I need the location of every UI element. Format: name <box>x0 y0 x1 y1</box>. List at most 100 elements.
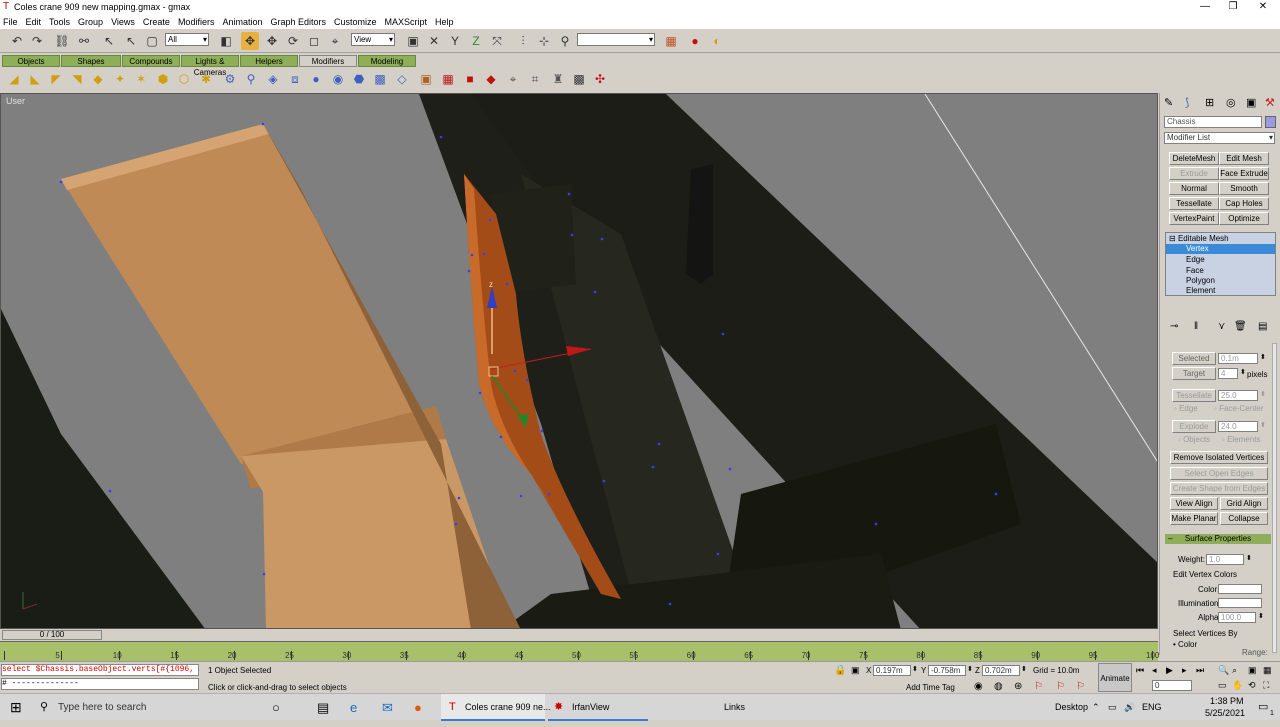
weld-selected-button[interactable]: Selected <box>1172 352 1216 365</box>
grid-align-button[interactable]: Grid Align <box>1220 497 1268 510</box>
restrict-z-icon[interactable]: Z <box>467 32 485 50</box>
vertexpaint-button[interactable]: VertexPaint <box>1169 212 1219 225</box>
scale-icon[interactable]: ◻ <box>305 32 323 50</box>
redo-icon[interactable]: ↷ <box>28 32 46 50</box>
menu-views[interactable]: Views <box>111 17 135 27</box>
lock-selection-icon[interactable]: 🔒 <box>834 665 846 676</box>
selection-filter-dropdown[interactable]: All▾ <box>165 33 209 46</box>
tab-shapes[interactable]: Shapes <box>61 55 121 67</box>
undo-icon[interactable]: ↶ <box>8 32 26 50</box>
task-irfanview[interactable]: ✸ IrfanView <box>548 694 648 721</box>
edge-browser-icon[interactable]: e <box>350 694 357 721</box>
previous-frame-icon[interactable]: ◂ <box>1152 665 1157 676</box>
object-name-field[interactable]: Chassis <box>1164 116 1262 128</box>
weld-target-button[interactable]: Target <box>1172 367 1216 380</box>
lattice-modifier-icon[interactable]: ● <box>308 71 324 87</box>
restrict-y-icon[interactable]: Y <box>446 32 464 50</box>
panel-scrollbar[interactable] <box>1272 343 1277 653</box>
noise-modifier-icon[interactable]: ◥ <box>69 71 85 87</box>
stack-item-element[interactable]: Element <box>1186 286 1215 295</box>
time-slider-track[interactable]: 0 / 100 <box>0 629 1158 641</box>
tab-objects[interactable]: Objects <box>2 55 60 67</box>
explode-angle-spinner[interactable]: ⬍ <box>1260 421 1266 429</box>
desktop-toolbar[interactable]: Desktop <box>1055 694 1088 721</box>
edge-radio[interactable]: ◦ Edge <box>1174 404 1198 413</box>
mirror-sel-icon[interactable]: ⚐ <box>1076 681 1085 692</box>
restrict-plane-icon[interactable]: ⤧ <box>488 32 506 50</box>
uvw-xform-icon[interactable]: ▦ <box>440 71 456 87</box>
zoom-extents-all-icon[interactable]: ▦ <box>1263 665 1272 676</box>
utilities-tab-icon[interactable]: ⚒ <box>1265 96 1275 109</box>
menu-file[interactable]: File <box>3 17 18 27</box>
xform-modifier-icon[interactable]: ▩ <box>372 71 388 87</box>
menu-create[interactable]: Create <box>143 17 170 27</box>
select-object-icon[interactable]: ↖ <box>100 32 118 50</box>
go-to-end-icon[interactable]: ⏭ <box>1196 665 1204 676</box>
objects-radio[interactable]: ◦ Objects <box>1178 435 1210 444</box>
taper-modifier-icon[interactable]: ◣ <box>27 71 43 87</box>
menu-animation[interactable]: Animation <box>222 17 262 27</box>
unlink-icon[interactable]: ⚯ <box>75 32 93 50</box>
material-editor-icon[interactable]: ● <box>686 32 704 50</box>
slice-modifier-icon[interactable]: ⚲ <box>243 71 259 87</box>
tab-lights-cameras[interactable]: Lights & Cameras <box>181 55 239 67</box>
menu-modifiers[interactable]: Modifiers <box>178 17 215 27</box>
menu-tools[interactable]: Tools <box>49 17 70 27</box>
y-coord-field[interactable]: -0.758m <box>928 665 966 676</box>
weld-threshold-field[interactable]: 0.1m <box>1218 353 1258 364</box>
ripple-modifier-icon[interactable]: ⬡ <box>176 71 192 87</box>
menu-edit[interactable]: Edit <box>26 17 42 27</box>
firefox-icon[interactable]: ● <box>414 694 422 721</box>
show-end-result-icon[interactable]: ‖ <box>1194 321 1198 332</box>
language-indicator[interactable]: ENG <box>1142 694 1162 721</box>
percent-snap-icon[interactable]: ⊛ <box>1014 681 1022 692</box>
make-planar-button[interactable]: Make Planar <box>1170 512 1218 525</box>
stretch-modifier-icon[interactable]: ◆ <box>90 71 106 87</box>
select-by-name-icon[interactable]: ↖ <box>122 32 140 50</box>
extrude-button[interactable]: Extrude <box>1169 167 1219 180</box>
weight-field[interactable]: 1.0 <box>1206 554 1244 565</box>
links-toolbar[interactable]: Links <box>724 694 745 721</box>
reference-coordinate-dropdown[interactable]: View▾ <box>351 33 395 46</box>
push-modifier-icon[interactable]: ✶ <box>133 71 149 87</box>
pivot-icon[interactable]: ⌖ <box>326 32 344 50</box>
make-unique-icon[interactable]: ⋎ <box>1218 321 1225 332</box>
tab-helpers[interactable]: Helpers <box>240 55 298 67</box>
tab-modifiers[interactable]: Modifiers <box>299 55 357 67</box>
mirror-icon[interactable]: ⫶ <box>514 32 532 50</box>
z-coord-spinner[interactable]: ⬍ <box>1021 665 1027 673</box>
affect-region-icon[interactable]: ⧈ <box>287 71 303 87</box>
elements-radio[interactable]: ◦ Elements <box>1222 435 1260 444</box>
clock-date[interactable]: 5/25/2021 <box>1205 700 1245 727</box>
volume-select-icon[interactable]: ⌖ <box>505 71 521 87</box>
modify-tab-icon[interactable]: ⟆ <box>1185 96 1189 109</box>
time-slider[interactable]: 0 / 100 <box>2 630 102 640</box>
smooth-modifier-icon[interactable]: ♜ <box>550 71 566 87</box>
squeeze-modifier-icon[interactable]: ✦ <box>112 71 128 87</box>
viewport-user[interactable]: User z <box>0 93 1158 629</box>
explode-button[interactable]: Explode <box>1172 420 1216 433</box>
absolute-mode-icon[interactable]: ▣ <box>851 665 860 676</box>
zoom-icon[interactable]: 🔍 <box>1218 665 1229 676</box>
motion-tab-icon[interactable]: ◎ <box>1226 96 1236 109</box>
vertex-paint-icon[interactable]: ✣ <box>592 71 608 87</box>
use-pivot-icon[interactable]: ▣ <box>404 32 422 50</box>
stack-item-vertex[interactable]: Vertex <box>1166 244 1275 254</box>
arc-rotate-icon[interactable]: ⟲ <box>1248 680 1256 691</box>
z-coord-field[interactable]: 0.702m <box>982 665 1020 676</box>
link-icon[interactable]: ⛓ <box>53 32 71 50</box>
explode-angle-field[interactable]: 24.0 <box>1218 421 1258 432</box>
zoom-all-icon[interactable]: ⌕ <box>1232 665 1237 676</box>
illumination-swatch[interactable] <box>1218 598 1262 608</box>
go-to-start-icon[interactable]: ⏮ <box>1136 665 1144 676</box>
x-coord-field[interactable]: 0.197m <box>873 665 911 676</box>
taskbar-search-input[interactable]: Type here to search <box>58 694 146 721</box>
face-center-radio[interactable]: ◦ Face-Center <box>1214 404 1264 413</box>
displace-modifier-icon[interactable]: ⬣ <box>351 71 367 87</box>
rotate-icon[interactable]: ⟳ <box>284 32 302 50</box>
skew-modifier-icon[interactable]: ⚙ <box>222 71 238 87</box>
spinner-snap-icon[interactable]: ⚐ <box>1034 681 1043 692</box>
remove-isolated-vertices-button[interactable]: Remove Isolated Vertices <box>1170 451 1268 464</box>
preserve-modifier-icon[interactable]: ◇ <box>394 71 410 87</box>
deletemesh-button[interactable]: DeleteMesh <box>1169 152 1219 165</box>
